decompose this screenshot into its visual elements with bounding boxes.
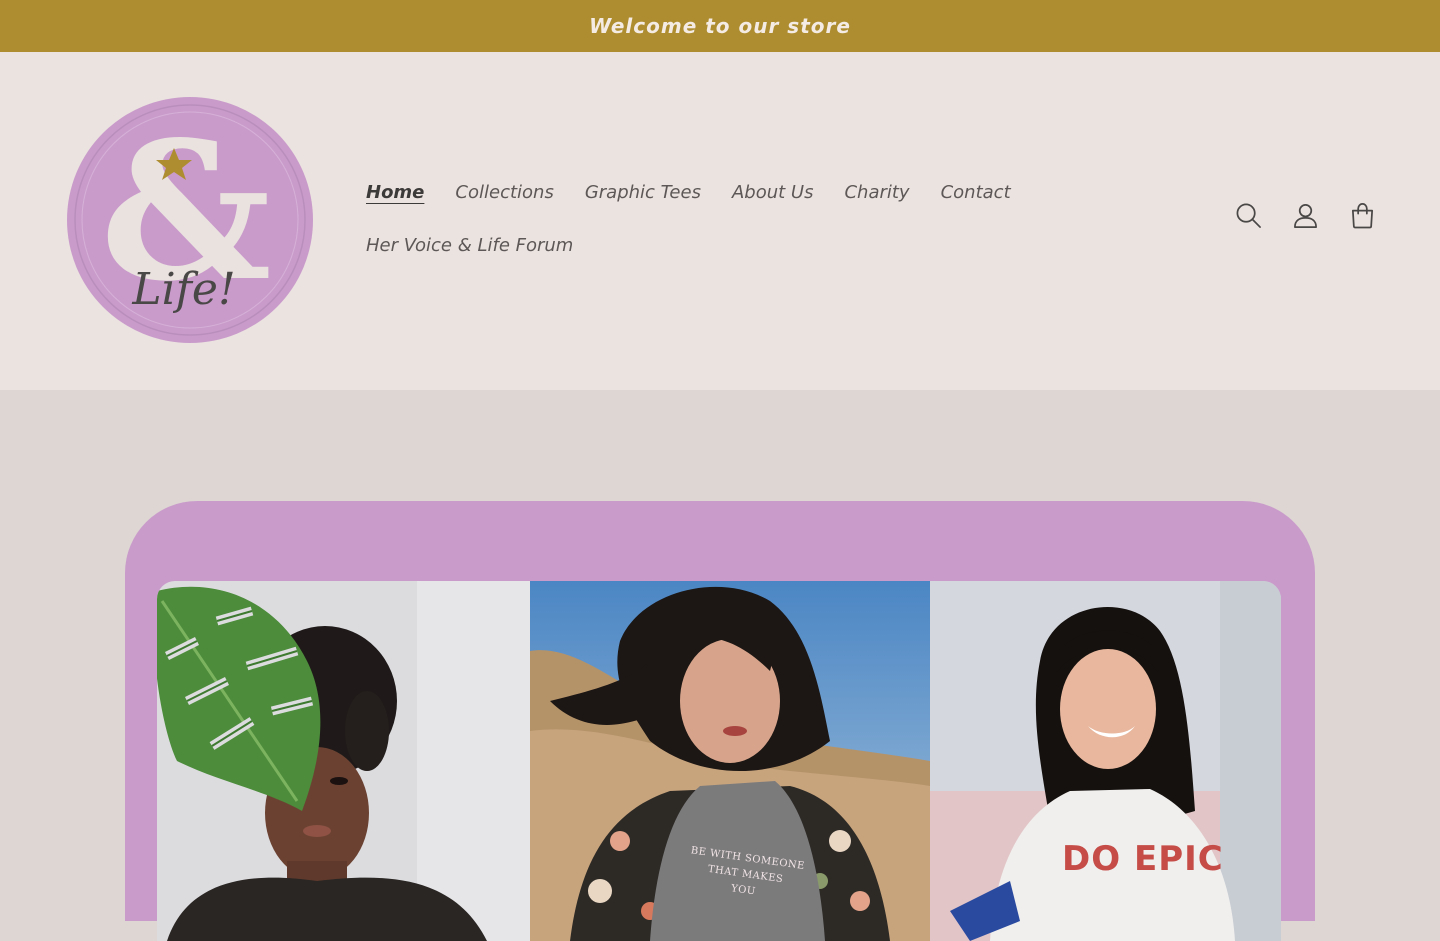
site-header: & Life! Home Collections Graphic Tees Ab… [0,52,1440,390]
ampersand-star-logo-icon: & Life! [67,97,313,343]
nav-item-contact[interactable]: Contact [941,182,1011,203]
nav-row-secondary: Her Voice & Life Forum [366,227,1066,263]
logo-text: Life! [131,264,235,315]
logo-link[interactable]: & Life! [64,96,316,344]
hero-panel-woman-with-leaf [157,581,530,941]
header-icons [1235,202,1376,229]
hero-panel-woman-in-grey-tee: BE WITH SOMEONE THAT MAKES YOU [530,581,930,941]
nav-row-primary: Home Collections Graphic Tees About Us C… [366,174,1066,210]
hero-banner: BE WITH SOMEONE THAT MAKES YOU DO EPIC [125,501,1315,941]
account-button[interactable] [1292,202,1319,229]
cart-icon [1351,203,1374,229]
main-nav: Home Collections Graphic Tees About Us C… [366,174,1066,263]
cart-button[interactable] [1349,202,1376,229]
announcement-text: Welcome to our store [589,14,851,38]
hero-image-collage[interactable]: BE WITH SOMEONE THAT MAKES YOU DO EPIC [157,581,1281,941]
nav-item-charity[interactable]: Charity [844,182,909,203]
nav-item-collections[interactable]: Collections [455,182,553,203]
search-icon [1236,203,1261,228]
account-icon [1294,204,1317,228]
tee-print-do-epic: DO EPIC [1062,839,1224,879]
nav-item-about-us[interactable]: About Us [732,182,814,203]
search-button[interactable] [1235,202,1262,229]
nav-item-her-voice-forum[interactable]: Her Voice & Life Forum [366,235,573,256]
nav-item-home[interactable]: Home [366,182,424,203]
nav-item-graphic-tees[interactable]: Graphic Tees [585,182,701,203]
smiling-woman-photo [930,581,1281,941]
woman-with-leaf-photo [157,581,530,941]
announcement-bar: Welcome to our store [0,0,1440,52]
hero-panel-smiling-woman: DO EPIC [930,581,1281,941]
